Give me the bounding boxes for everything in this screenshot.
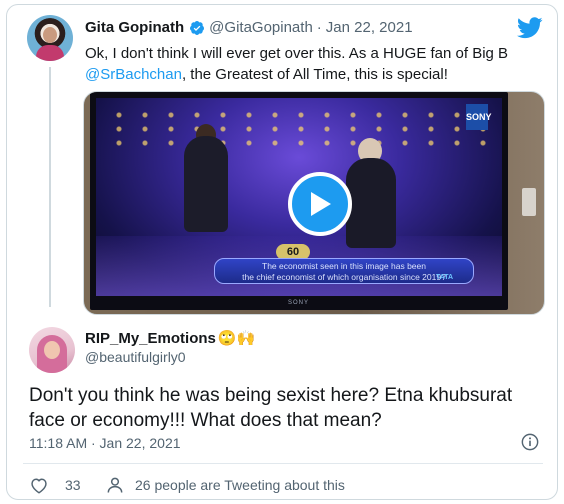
verified-icon — [190, 20, 205, 35]
reply-tweet-text: Don't you think he was being sexist here… — [29, 385, 513, 431]
quoted-author-handle[interactable]: @GitaGopinath — [209, 19, 313, 36]
quoted-tweet-date[interactable]: Jan 22, 2021 — [326, 19, 413, 36]
reply-timestamp[interactable]: 11:18 AM · Jan 22, 2021 — [29, 435, 181, 451]
mention-link[interactable]: @SrBachchan — [85, 66, 182, 83]
people-icon[interactable] — [105, 475, 125, 495]
heart-icon[interactable] — [29, 476, 49, 494]
like-count[interactable]: 33 — [65, 477, 81, 493]
embedded-tweet-card: Gita Gopinath @GitaGopinath · Jan 22, 20… — [6, 4, 558, 500]
tweeting-about-link[interactable]: 26 people are Tweeting about this — [135, 477, 345, 493]
divider — [23, 463, 543, 464]
reply-author-name-text: RIP_My_Emotions — [85, 330, 216, 347]
separator-dot: · — [316, 19, 322, 36]
question-line-2: the chief economist of which organisatio… — [242, 272, 446, 282]
channel-logo: SONY — [466, 104, 492, 130]
reply-author-avatar[interactable] — [29, 327, 75, 373]
play-icon — [311, 192, 331, 216]
quoted-author-name[interactable]: Gita Gopinath — [85, 19, 184, 36]
video-media[interactable]: SONY 60 The economist seen in this image… — [83, 91, 545, 315]
play-button[interactable] — [288, 172, 352, 236]
info-icon[interactable] — [521, 433, 539, 451]
thread-line — [49, 67, 51, 307]
quoted-text-part-1: Ok, I don't think I will ever get over t… — [85, 45, 509, 62]
twitter-icon[interactable] — [517, 17, 543, 39]
reply-author-handle[interactable]: @beautifulgirly0 — [85, 349, 186, 365]
quoted-text-part-2: , the Greatest of All Time, this is spec… — [181, 66, 448, 83]
question-line-1: The economist seen in this image has bee… — [262, 261, 426, 271]
reply-author-emoji: 🙄🙌 — [217, 330, 256, 347]
sponsor-logo: TATA — [436, 274, 454, 281]
tv-brand-label: SONY — [288, 300, 310, 306]
quoted-author-avatar[interactable] — [27, 15, 73, 61]
quoted-tweet-header: Gita Gopinath @GitaGopinath · Jan 22, 20… — [85, 19, 413, 36]
question-strip: The economist seen in this image has bee… — [214, 258, 474, 284]
quoted-tweet-text: Ok, I don't think I will ever get over t… — [85, 43, 545, 85]
reply-author-name[interactable]: RIP_My_Emotions 🙄🙌 — [85, 329, 255, 347]
wall-socket — [522, 188, 536, 216]
